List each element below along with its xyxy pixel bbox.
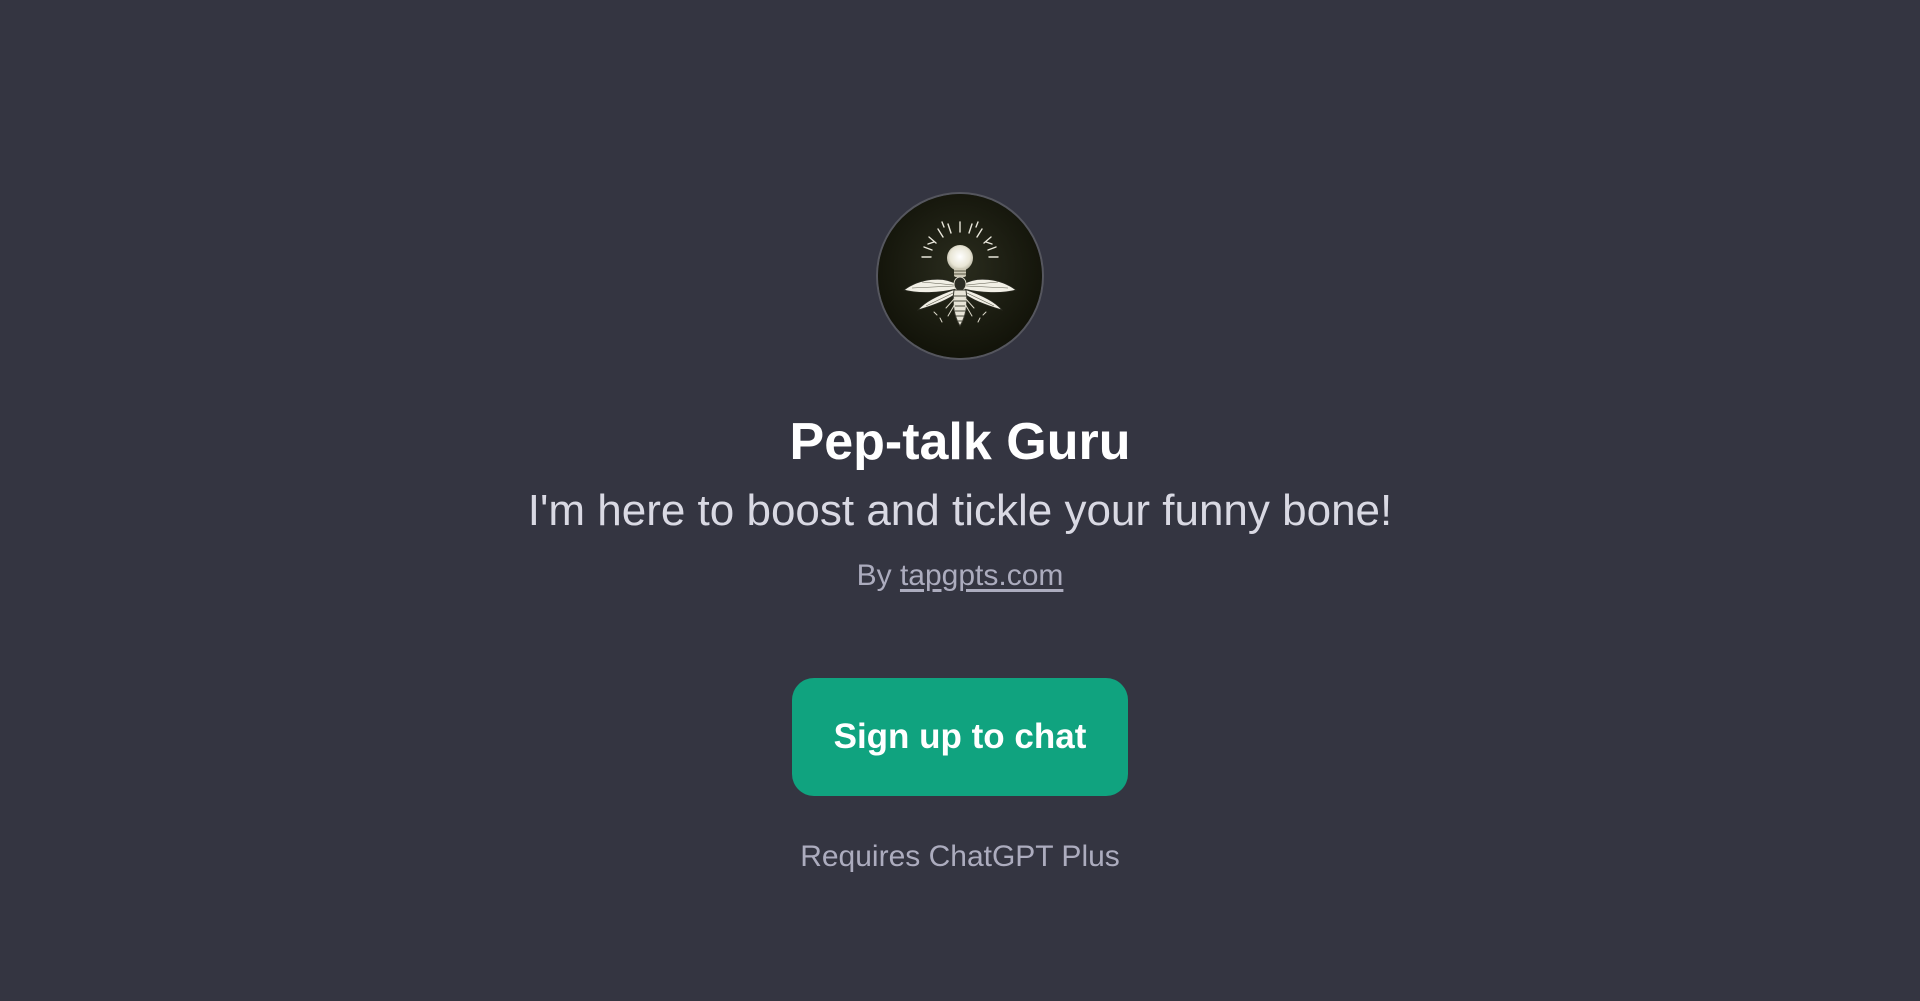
gpt-title: Pep-talk Guru <box>789 413 1131 471</box>
gpt-avatar <box>878 194 1042 358</box>
sign-up-to-chat-button[interactable]: Sign up to chat <box>792 678 1128 796</box>
gpt-description: I'm here to boost and tickle your funny … <box>527 486 1393 535</box>
plus-requirement-note: Requires ChatGPT Plus <box>800 840 1120 873</box>
gpt-landing-page: Pep-talk Guru I'm here to boost and tick… <box>0 0 1920 1001</box>
gpt-author-line: By tapgpts.com <box>0 556 1920 596</box>
firefly-lightbulb-icon <box>878 194 1042 358</box>
author-link[interactable]: tapgpts.com <box>900 559 1063 592</box>
author-prefix: By <box>856 559 892 592</box>
